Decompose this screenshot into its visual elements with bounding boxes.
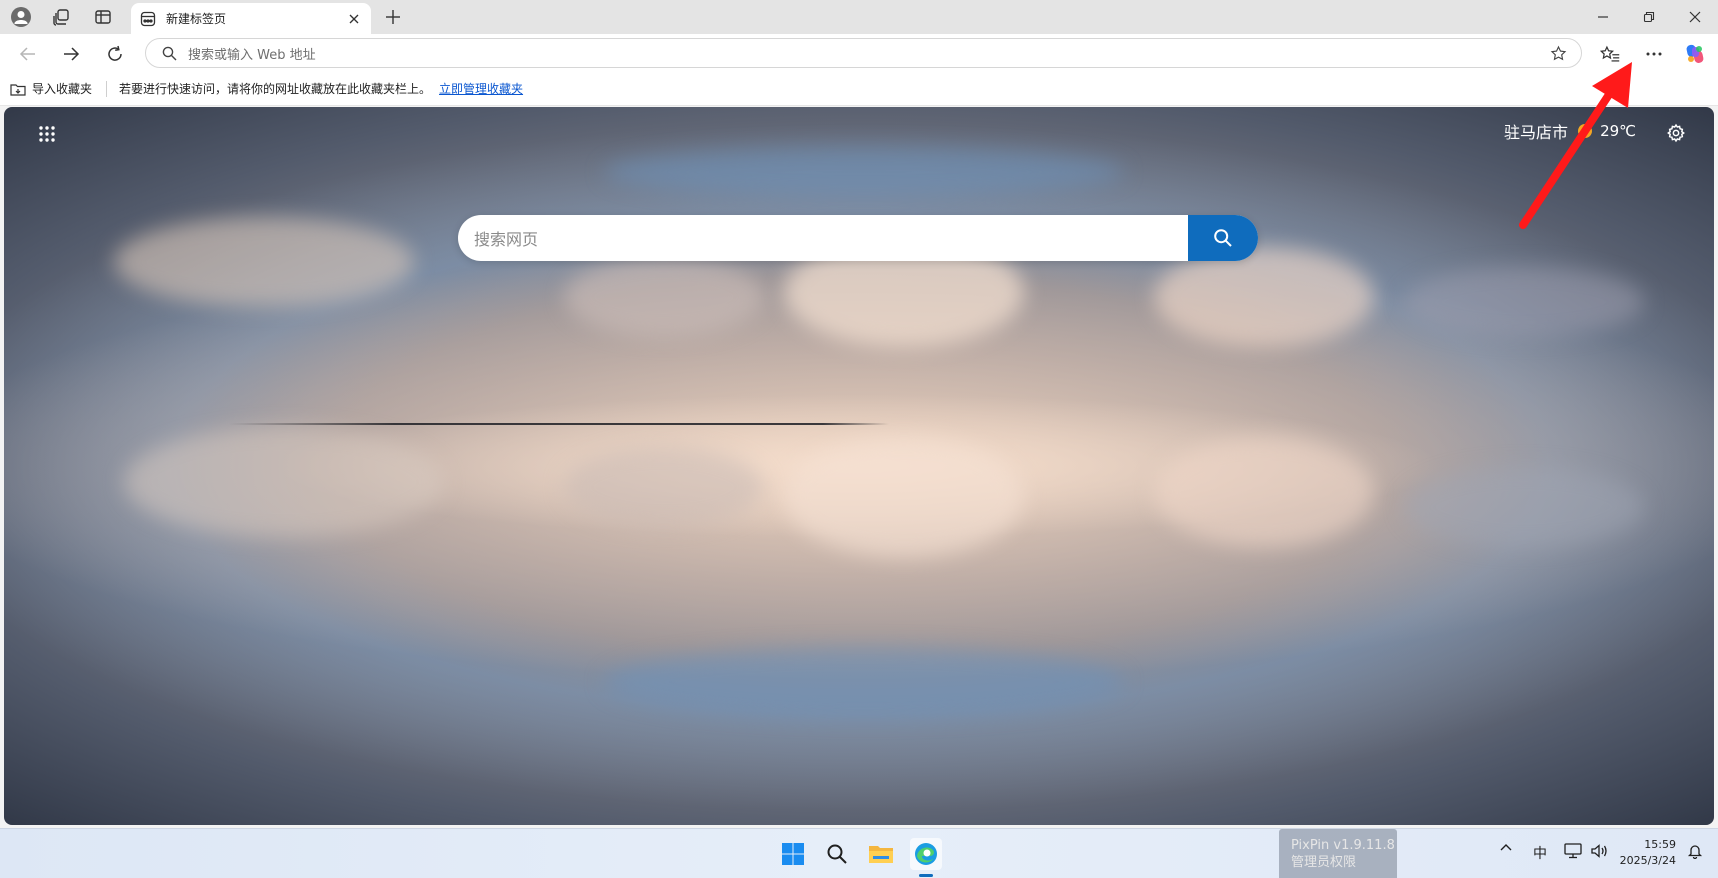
- weather-temperature: 29℃: [1600, 122, 1636, 140]
- new-tab-page-icon: [140, 11, 156, 27]
- favorites-bar: 导入收藏夹 若要进行快速访问，请将你的网址收藏放在此收藏夹栏上。 立即管理收藏夹: [0, 72, 1718, 106]
- cloud: [1404, 467, 1644, 547]
- forward-icon[interactable]: [57, 40, 85, 68]
- volume-icon[interactable]: [1588, 843, 1610, 859]
- restore-icon[interactable]: [1626, 0, 1672, 34]
- pixpin-overlay: PixPin v1.9.11.8 管理员权限: [1279, 829, 1397, 878]
- new-tab-page: 驻马店市 29℃ 搜索网页: [4, 107, 1714, 825]
- cloud: [784, 437, 1024, 557]
- edge-icon[interactable]: [910, 838, 942, 870]
- apps-launcher-icon[interactable]: [34, 121, 60, 147]
- address-placeholder: 搜索或输入 Web 地址: [188, 47, 316, 63]
- taskbar: PixPin v1.9.11.8 管理员权限 中 15:59 2025/3/24: [0, 828, 1718, 878]
- refresh-icon[interactable]: [101, 40, 129, 68]
- cloud: [564, 447, 764, 527]
- navigation-bar: 搜索或输入 Web 地址: [0, 34, 1718, 72]
- import-favorites-button[interactable]: 导入收藏夹: [10, 80, 92, 97]
- pixpin-version: PixPin v1.9.11.8: [1291, 838, 1395, 853]
- minimize-icon[interactable]: [1580, 0, 1626, 34]
- tab-new-tab[interactable]: 新建标签页: [131, 3, 371, 34]
- tab-bar: 新建标签页: [0, 0, 1718, 34]
- cloud: [1404, 267, 1644, 337]
- clock-date: 2025/3/24: [1619, 854, 1676, 867]
- more-icon[interactable]: [1640, 40, 1668, 68]
- cloud: [1154, 437, 1374, 547]
- window-close-icon[interactable]: [1672, 0, 1718, 34]
- favorites-hint: 若要进行快速访问，请将你的网址收藏放在此收藏夹栏上。: [119, 82, 432, 96]
- plus-icon[interactable]: [380, 4, 406, 30]
- close-icon[interactable]: [343, 8, 365, 30]
- star-icon[interactable]: [1547, 42, 1569, 64]
- notification-bell-icon[interactable]: [1684, 843, 1706, 859]
- collections-icon[interactable]: [48, 4, 74, 30]
- system-clock[interactable]: 15:59 2025/3/24: [1616, 837, 1676, 869]
- favorites-icon[interactable]: [1596, 40, 1624, 68]
- sky-patch: [604, 147, 1124, 197]
- vertical-tabs-icon[interactable]: [90, 4, 116, 30]
- cloud: [124, 427, 444, 537]
- tab-title: 新建标签页: [166, 12, 227, 26]
- copilot-icon[interactable]: [1681, 40, 1709, 68]
- import-icon: [10, 83, 26, 96]
- weather-widget[interactable]: 驻马店市 29℃: [1504, 119, 1636, 143]
- settings-gear-icon[interactable]: [1664, 121, 1688, 145]
- active-app-indicator: [919, 874, 933, 877]
- address-bar[interactable]: 搜索或输入 Web 地址: [145, 38, 1582, 68]
- chevron-up-icon[interactable]: [1496, 843, 1516, 851]
- clock-time: 15:59: [1644, 838, 1676, 851]
- web-search-box[interactable]: 搜索网页: [458, 215, 1258, 261]
- windows-start-icon[interactable]: [777, 838, 809, 870]
- profile-icon[interactable]: [8, 4, 34, 30]
- search-icon[interactable]: [821, 838, 853, 870]
- horizon-line: [229, 423, 889, 425]
- cloud: [1154, 247, 1374, 347]
- web-search-placeholder: 搜索网页: [474, 230, 539, 249]
- sun-icon: [1578, 124, 1593, 138]
- search-icon: [160, 44, 178, 62]
- import-favorites-label: 导入收藏夹: [32, 82, 93, 96]
- divider: [106, 80, 108, 97]
- manage-favorites-link[interactable]: 立即管理收藏夹: [439, 80, 523, 97]
- search-icon: [1214, 229, 1232, 247]
- search-button[interactable]: [1188, 215, 1258, 261]
- file-explorer-icon[interactable]: [865, 838, 897, 870]
- cloud: [114, 217, 414, 307]
- browser-window: 新建标签页 搜索或输入 Web 地址 导入收藏夹 若要进行快速访问，请将你的网址…: [0, 0, 1718, 878]
- ime-indicator[interactable]: 中: [1530, 843, 1550, 863]
- back-icon[interactable]: [14, 40, 42, 68]
- sky-patch: [604, 647, 1124, 717]
- cloud: [564, 257, 764, 337]
- network-icon[interactable]: [1562, 843, 1584, 859]
- weather-city: 驻马店市: [1504, 123, 1569, 142]
- pixpin-admin-label: 管理员权限: [1291, 855, 1357, 870]
